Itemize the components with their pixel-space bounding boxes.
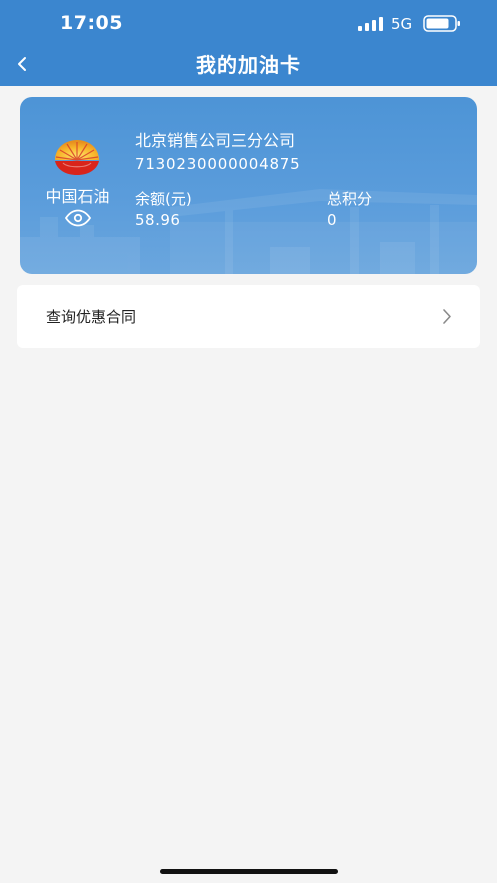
network-label: 5G (391, 15, 413, 33)
home-indicator[interactable] (160, 869, 338, 874)
balance-label: 余额(元) (135, 190, 192, 208)
eye-icon[interactable] (64, 209, 92, 227)
header: 17:05 5G 我的加油卡 (0, 0, 497, 86)
balance-value: 58.96 (135, 211, 181, 229)
status-time: 17:05 (60, 12, 123, 34)
card-number: 7130230000004875 (135, 155, 301, 173)
company-name: 北京销售公司三分公司 (135, 131, 296, 150)
status-bar: 17:05 5G (0, 0, 497, 44)
query-discount-contract-row[interactable]: 查询优惠合同 (17, 285, 480, 348)
chevron-right-icon (443, 309, 451, 324)
points-label: 总积分 (327, 190, 373, 208)
petrochina-logo-icon (55, 140, 99, 175)
fuel-card[interactable]: 中国石油 北京销售公司三分公司 7130230000004875 余额(元) 5… (20, 97, 477, 274)
brand-name: 中国石油 (45, 187, 110, 206)
points-value: 0 (327, 211, 337, 229)
battery-icon (423, 15, 460, 32)
page-title: 我的加油卡 (196, 53, 301, 77)
nav-bar: 我的加油卡 (0, 44, 497, 86)
signal-icon (358, 17, 383, 31)
menu-item-label: 查询优惠合同 (46, 308, 137, 326)
